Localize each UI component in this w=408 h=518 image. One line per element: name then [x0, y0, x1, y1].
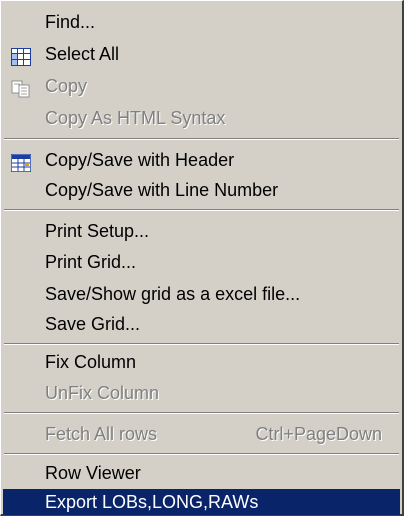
menu-item-copy-as-html-label: Copy As HTML Syntax	[45, 108, 226, 128]
menu-item-copy-save-line-number-label: Copy/Save with Line Number	[45, 180, 279, 200]
menu-item-copy-label: Copy	[45, 76, 88, 96]
menu-item-unfix-column: UnFix Column	[3, 378, 400, 408]
menu-item-save-show-excel[interactable]: Save/Show grid as a excel file...	[3, 279, 400, 309]
menu-separator	[4, 453, 399, 455]
menu-item-fix-column-label: Fix Column	[45, 352, 137, 372]
table-header-icon	[10, 151, 32, 173]
menu-item-fetch-all-rows-label: Fetch All rows	[45, 424, 158, 444]
menu-item-save-show-excel-label: Save/Show grid as a excel file...	[45, 284, 301, 304]
menu-item-fix-column[interactable]: Fix Column	[3, 347, 400, 377]
menu-separator	[4, 209, 399, 211]
menu-item-fetch-all-rows: Fetch All rows Ctrl+PageDown	[3, 419, 400, 449]
menu-separator	[4, 412, 399, 414]
menu-item-save-grid-label: Save Grid...	[45, 314, 141, 334]
menu-separator	[4, 138, 399, 140]
menu-item-find[interactable]: Find...	[3, 7, 400, 37]
menu-item-copy-save-header[interactable]: Copy/Save with Header	[3, 145, 400, 175]
menu-item-export-lobs-label: Export LOBs,LONG,RAWs	[45, 492, 259, 512]
menu-item-row-viewer-label: Row Viewer	[45, 463, 141, 483]
menu-item-select-all[interactable]: Select All	[3, 39, 400, 69]
menu-item-select-all-label: Select All	[45, 44, 120, 64]
menu-item-save-grid[interactable]: Save Grid...	[3, 309, 400, 339]
menu-item-copy-as-html: Copy As HTML Syntax	[3, 103, 400, 133]
menu-separator	[4, 343, 399, 345]
menu-item-copy-save-line-number[interactable]: Copy/Save with Line Number	[3, 175, 400, 205]
menu-item-find-label: Find...	[45, 12, 96, 32]
context-menu: Find... Select All Copy Copy As HTML Syn…	[0, 0, 404, 516]
menu-item-print-setup[interactable]: Print Setup...	[3, 216, 400, 246]
menu-item-unfix-column-label: UnFix Column	[45, 383, 160, 403]
menu-item-print-setup-label: Print Setup...	[45, 221, 150, 241]
menu-item-fetch-all-rows-shortcut: Ctrl+PageDown	[255, 424, 382, 444]
menu-item-export-lobs[interactable]: Export LOBs,LONG,RAWs	[3, 489, 400, 515]
menu-item-row-viewer[interactable]: Row Viewer	[3, 458, 400, 488]
menu-item-copy-save-header-label: Copy/Save with Header	[45, 150, 235, 170]
select-all-grid-icon	[11, 45, 31, 66]
menu-item-copy: Copy	[3, 71, 400, 101]
menu-item-print-grid-label: Print Grid...	[45, 252, 137, 272]
copy-icon	[11, 77, 31, 98]
menu-item-print-grid[interactable]: Print Grid...	[3, 247, 400, 277]
